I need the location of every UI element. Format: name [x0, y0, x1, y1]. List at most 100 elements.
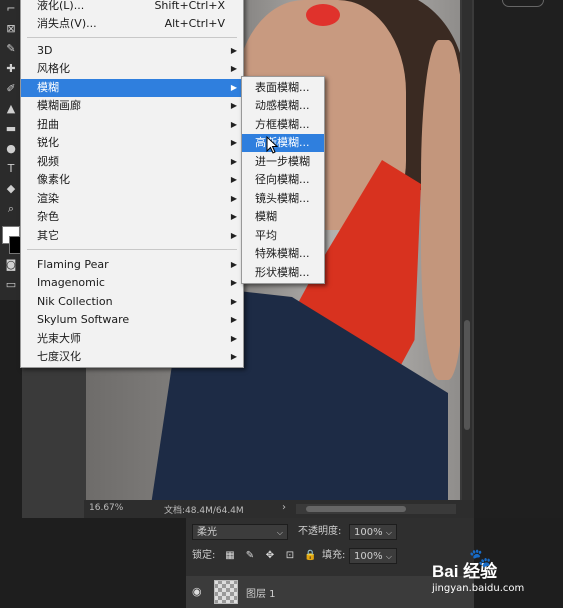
- menu-item-video[interactable]: 视频 ▶: [21, 153, 243, 171]
- filter-menu: 液化(L)... Shift+Ctrl+X 消失点(V)... Alt+Ctrl…: [20, 0, 244, 368]
- menu-item-label: 其它: [37, 229, 59, 242]
- submenu-item-lens-blur[interactable]: 镜头模糊...: [242, 190, 324, 208]
- menu-item-sharpen[interactable]: 锐化 ▶: [21, 134, 243, 152]
- menu-item-qidu-localization[interactable]: 七度汉化 ▶: [21, 348, 243, 366]
- submenu-arrow-icon: ▶: [230, 352, 237, 361]
- menu-item-imagenomic[interactable]: Imagenomic ▶: [21, 274, 243, 292]
- menu-item-3d[interactable]: 3D ▶: [21, 42, 243, 60]
- fill-value: 100%: [354, 551, 383, 562]
- menu-item-label: Skylum Software: [37, 313, 130, 326]
- menu-item-light-beam-master[interactable]: 光束大师 ▶: [21, 330, 243, 348]
- window-control[interactable]: [502, 0, 544, 7]
- menu-item-label: 模糊画廊: [37, 99, 81, 112]
- layers-panel: 柔光 ⌵ 不透明度: 100% ⌵ 锁定: ▦ ✎ ✥ ⊡ 🔒 填充: 100%…: [186, 518, 474, 608]
- submenu-item-radial-blur[interactable]: 径向模糊...: [242, 171, 324, 189]
- submenu-arrow-icon: ▶: [230, 260, 237, 269]
- dodge-tool-icon[interactable]: ●: [3, 142, 19, 156]
- submenu-arrow-icon: ▶: [230, 194, 237, 203]
- eye-icon[interactable]: ◉: [192, 585, 202, 598]
- opacity-value: 100%: [354, 527, 383, 538]
- submenu-item-shape-blur[interactable]: 形状模糊...: [242, 264, 324, 282]
- menu-item-nik-collection[interactable]: Nik Collection ▶: [21, 293, 243, 311]
- submenu-arrow-icon: ▶: [230, 297, 237, 306]
- document-size-info: 文档:48.4M/64.4M: [164, 506, 244, 516]
- menu-item-label: 像素化: [37, 173, 70, 186]
- menu-item-skylum-software[interactable]: Skylum Software ▶: [21, 311, 243, 329]
- submenu-item-blur[interactable]: 模糊: [242, 208, 324, 226]
- menu-item-flaming-pear[interactable]: Flaming Pear ▶: [21, 256, 243, 274]
- menu-item-stylize[interactable]: 风格化 ▶: [21, 60, 243, 78]
- submenu-arrow-icon: ▶: [230, 46, 237, 55]
- submenu-arrow-icon: ▶: [230, 278, 237, 287]
- layer-row[interactable]: ◉ 图层 1: [186, 576, 474, 608]
- blur-submenu: 表面模糊... 动感模糊... 方框模糊... 高斯模糊... 进一步模糊 径向…: [241, 76, 325, 284]
- blend-mode-value: 柔光: [197, 527, 217, 538]
- mouse-cursor-icon: [266, 136, 278, 154]
- menu-item-render[interactable]: 渲染 ▶: [21, 190, 243, 208]
- lock-all-icon[interactable]: 🔒: [304, 550, 316, 562]
- eyedropper-tool-icon[interactable]: ✎: [3, 42, 19, 56]
- menu-item-label: 扭曲: [37, 118, 59, 131]
- menu-item-label: 杂色: [37, 210, 59, 223]
- menu-item-other[interactable]: 其它 ▶: [21, 227, 243, 245]
- chevron-down-icon: ⌵: [276, 528, 283, 537]
- submenu-item-average[interactable]: 平均: [242, 227, 324, 245]
- zoom-tool-icon[interactable]: ⌕: [3, 202, 19, 216]
- menu-item-label: 渲染: [37, 192, 59, 205]
- zoom-level[interactable]: 16.67%: [89, 503, 123, 513]
- menu-item-label: Flaming Pear: [37, 258, 109, 271]
- vertical-scrollbar-thumb[interactable]: [464, 320, 470, 430]
- chevron-down-icon: ⌵: [385, 552, 392, 561]
- submenu-arrow-icon: ▶: [230, 138, 237, 147]
- menu-item-distort[interactable]: 扭曲 ▶: [21, 116, 243, 134]
- lock-position-icon[interactable]: ✥: [264, 550, 276, 562]
- horizontal-scrollbar[interactable]: [296, 504, 456, 514]
- menu-item-label: 模糊: [37, 81, 59, 94]
- menu-item-pixelate[interactable]: 像素化 ▶: [21, 171, 243, 189]
- frame-tool-icon[interactable]: ⊠: [3, 22, 19, 36]
- menu-item-vanishing-point[interactable]: 消失点(V)... Alt+Ctrl+V: [21, 15, 243, 33]
- submenu-item-smart-blur[interactable]: 特殊模糊...: [242, 245, 324, 263]
- menu-item-blur[interactable]: 模糊 ▶: [21, 79, 243, 97]
- lock-label: 锁定:: [192, 550, 216, 561]
- document-status-bar: 16.67% 文档:48.4M/64.4M ›: [84, 500, 474, 518]
- lock-transparent-pixels-icon[interactable]: ▦: [224, 550, 236, 562]
- blend-mode-select[interactable]: 柔光 ⌵: [192, 524, 288, 540]
- submenu-arrow-icon: ▶: [230, 64, 237, 73]
- lock-image-pixels-icon[interactable]: ✎: [244, 550, 256, 562]
- layer-name[interactable]: 图层 1: [246, 585, 276, 600]
- type-tool-icon[interactable]: T: [3, 162, 19, 176]
- screen-mode-icon[interactable]: ▭: [3, 278, 19, 292]
- submenu-arrow-icon: ▶: [230, 120, 237, 129]
- submenu-item-surface-blur[interactable]: 表面模糊...: [242, 79, 324, 97]
- shape-tool-icon[interactable]: ◆: [3, 182, 19, 196]
- horizontal-scrollbar-thumb[interactable]: [306, 506, 406, 512]
- submenu-item-motion-blur[interactable]: 动感模糊...: [242, 97, 324, 115]
- healing-brush-tool-icon[interactable]: ✚: [3, 62, 19, 76]
- quick-mask-icon[interactable]: ◙: [3, 258, 19, 272]
- menu-item-label: 3D: [37, 44, 53, 57]
- lock-artboard-icon[interactable]: ⊡: [284, 550, 296, 562]
- opacity-input[interactable]: 100% ⌵: [349, 524, 397, 540]
- fill-label: 填充:: [322, 550, 346, 561]
- chevron-down-icon: ⌵: [385, 528, 392, 537]
- crop-tool-icon[interactable]: ⌐: [3, 2, 19, 16]
- menu-item-blur-gallery[interactable]: 模糊画廊 ▶: [21, 97, 243, 115]
- menu-item-noise[interactable]: 杂色 ▶: [21, 208, 243, 226]
- status-arrow-icon[interactable]: ›: [282, 502, 286, 513]
- gradient-tool-icon[interactable]: ▬: [3, 122, 19, 136]
- submenu-item-box-blur[interactable]: 方框模糊...: [242, 116, 324, 134]
- stamp-tool-icon[interactable]: ▲: [3, 102, 19, 116]
- fill-input[interactable]: 100% ⌵: [349, 548, 397, 564]
- submenu-item-blur-more[interactable]: 进一步模糊: [242, 153, 324, 171]
- vertical-scrollbar[interactable]: [462, 0, 472, 500]
- paw-icon: 🐾: [469, 548, 492, 569]
- menu-item-liquify[interactable]: 液化(L)... Shift+Ctrl+X: [21, 0, 243, 15]
- right-panel-area: [474, 0, 563, 518]
- submenu-arrow-icon: ▶: [230, 212, 237, 221]
- menu-shortcut: Shift+Ctrl+X: [154, 0, 225, 12]
- brush-tool-icon[interactable]: ✐: [3, 82, 19, 96]
- submenu-item-gaussian-blur[interactable]: 高斯模糊...: [242, 134, 324, 152]
- menu-separator: [27, 37, 237, 38]
- layer-thumbnail: [214, 580, 238, 604]
